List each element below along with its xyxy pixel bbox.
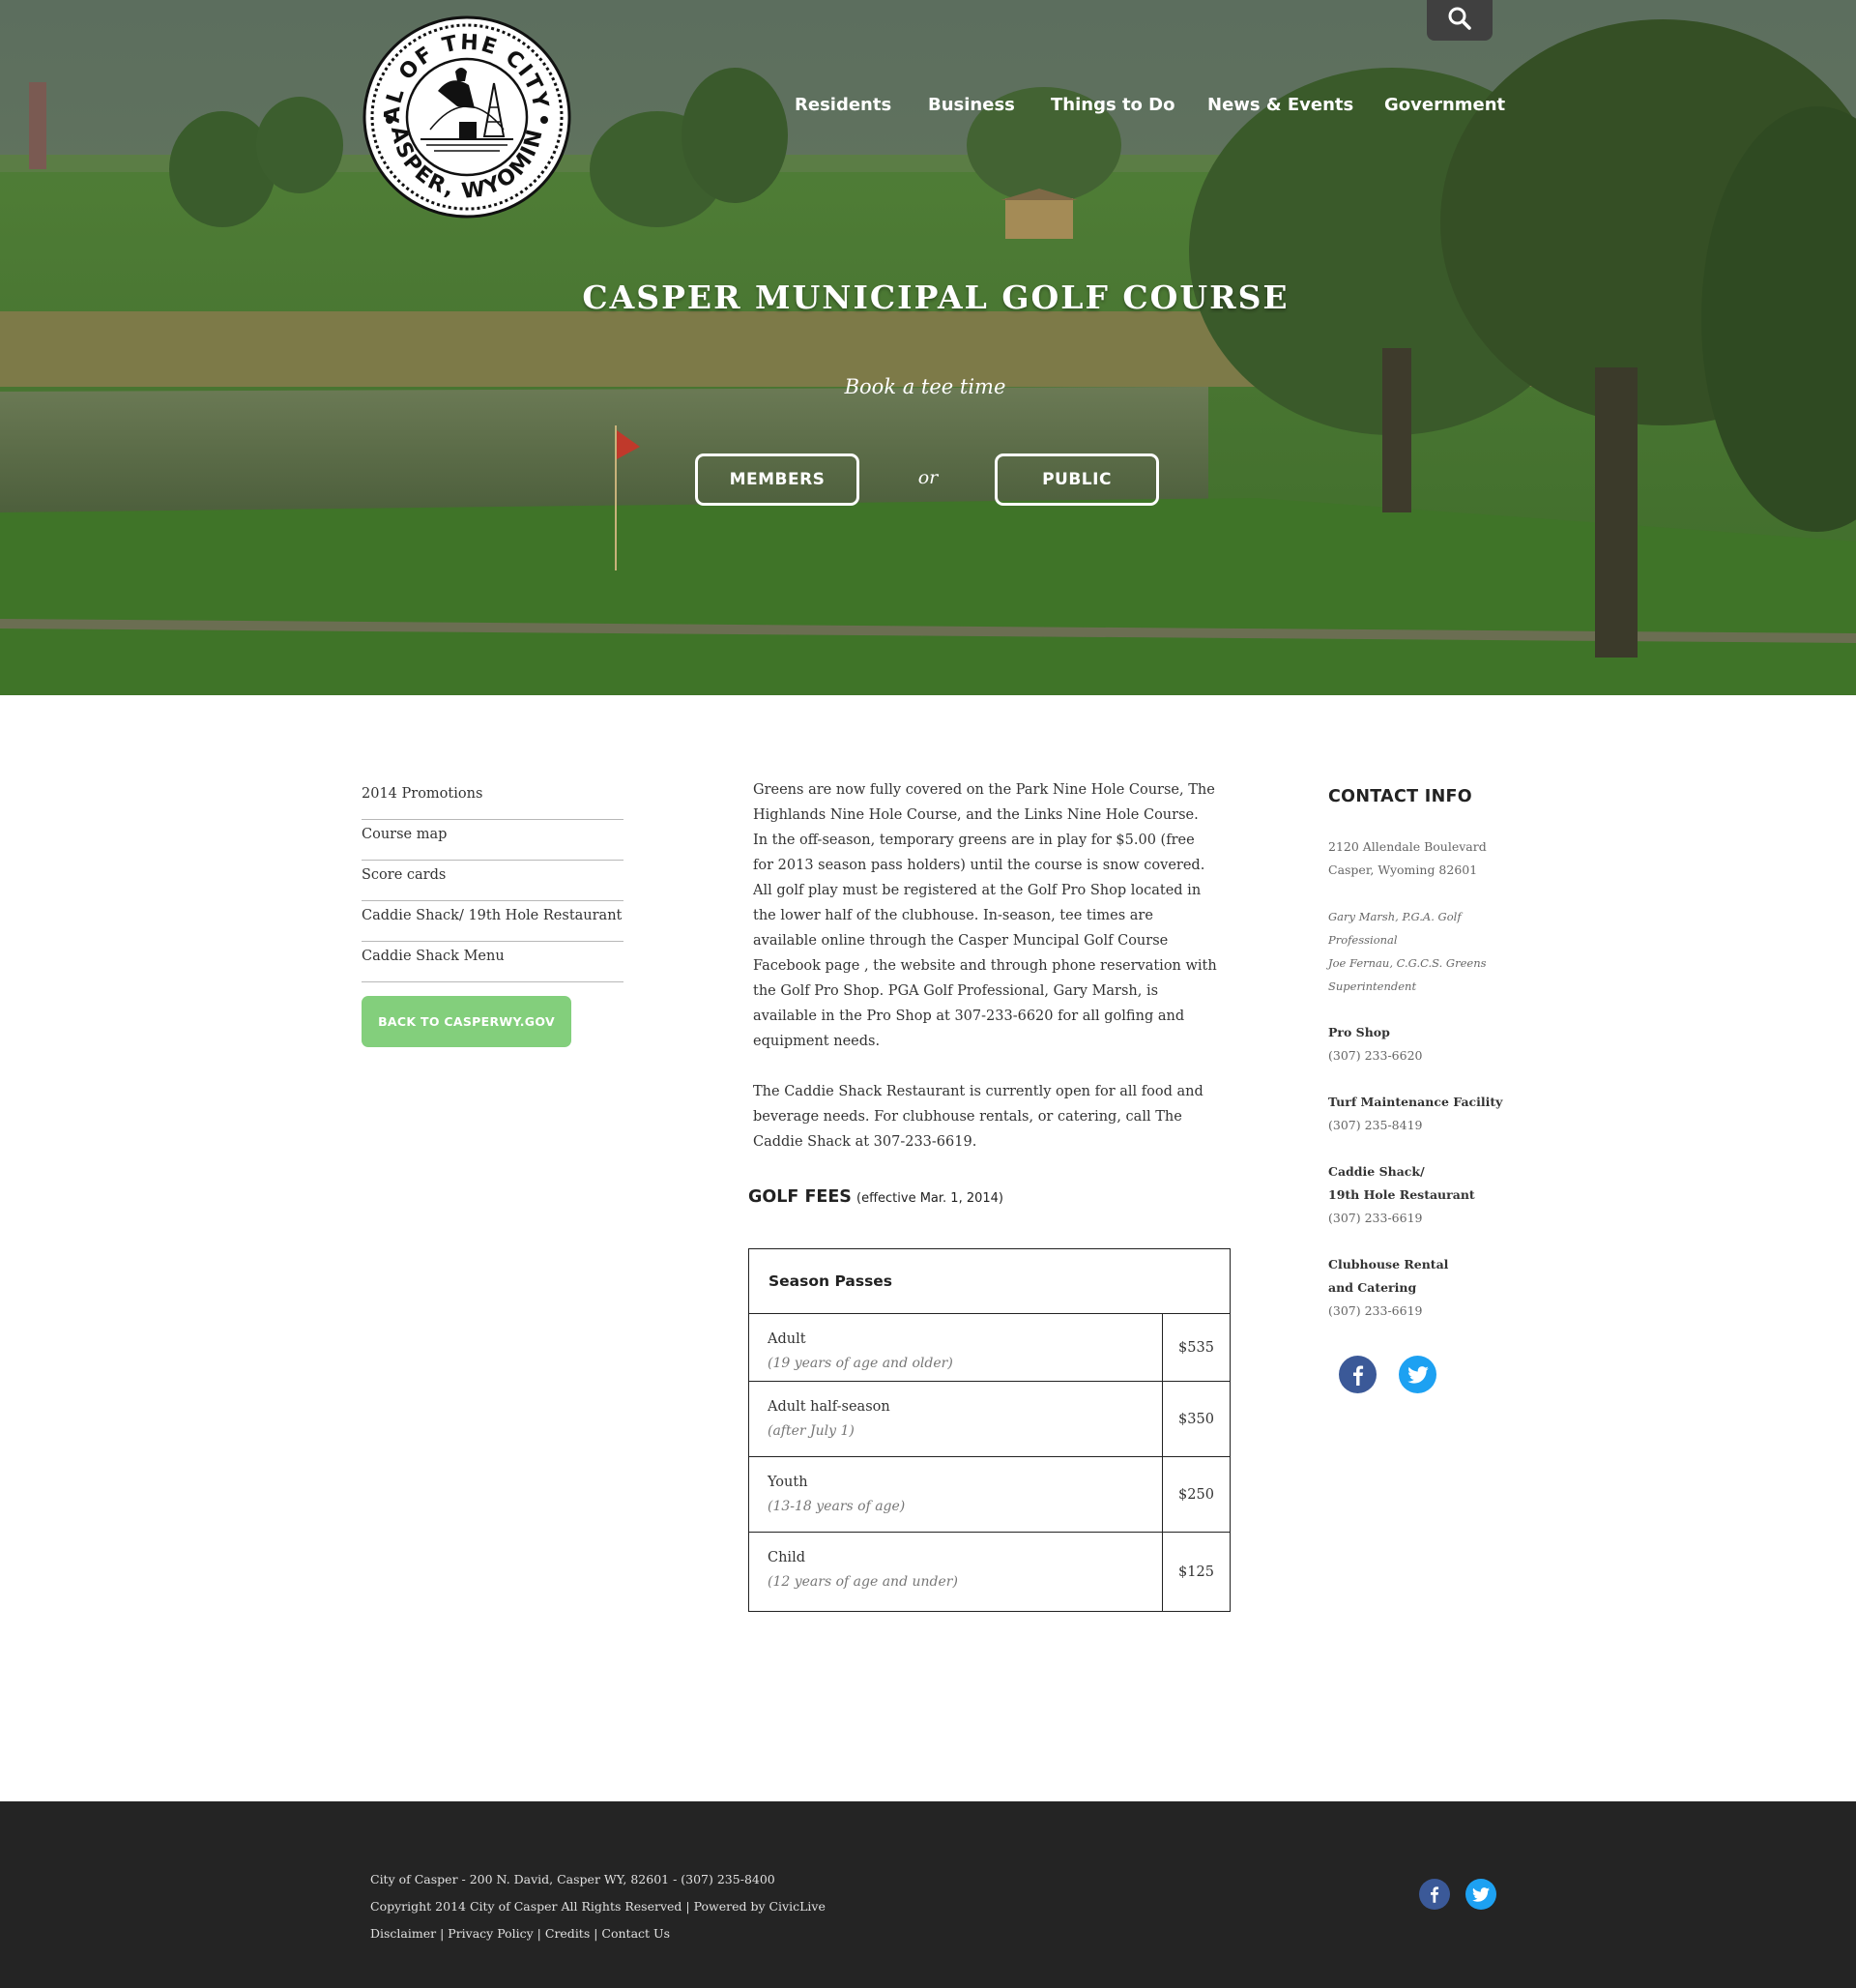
search-icon <box>1447 6 1472 35</box>
footer-copyright: Copyright 2014 City of Casper All Rights… <box>370 1899 826 1914</box>
or-label: or <box>917 467 939 488</box>
table-row: Child (12 years of age and under) $125 <box>749 1533 1230 1611</box>
fee-price: $250 <box>1178 1486 1214 1503</box>
table-row: Youth (13-18 years of age) $250 <box>749 1457 1230 1533</box>
nav-government[interactable]: Government <box>1384 95 1505 115</box>
table-row: Adult (19 years of age and older) $535 <box>749 1314 1230 1382</box>
contact-phone[interactable]: (307) 235-8419 <box>1328 1114 1522 1137</box>
fee-price: $350 <box>1178 1411 1214 1427</box>
contact-address-line: 2120 Allendale Boulevard <box>1328 839 1487 854</box>
main-navigation: Residents Business Things to Do News & E… <box>0 95 1856 124</box>
search-button[interactable] <box>1427 0 1493 41</box>
fee-description: Adult half-season (after July 1) <box>749 1382 1163 1456</box>
footer-social-links <box>1419 1879 1496 1910</box>
sidebar-item-score-cards[interactable]: Score cards <box>362 861 624 901</box>
golf-fees-title: GOLF FEES <box>748 1187 852 1207</box>
nav-residents[interactable]: Residents <box>795 95 891 115</box>
footer-link-credits[interactable]: Credits <box>545 1926 590 1941</box>
contact-label: Clubhouse Rental <box>1328 1257 1449 1272</box>
season-passes-table: Season Passes Adult (19 years of age and… <box>748 1248 1231 1612</box>
golf-fees-effective: (effective Mar. 1, 2014) <box>856 1191 1003 1206</box>
hero-subtitle: Book a tee time <box>844 375 1006 398</box>
page-title: CASPER MUNICIPAL GOLF COURSE <box>582 278 1290 316</box>
footer-separator: | <box>590 1926 602 1941</box>
contact-label: Pro Shop <box>1328 1025 1390 1039</box>
contact-phone[interactable]: (307) 233-6620 <box>1328 1044 1522 1067</box>
contact-social-links <box>1339 1356 1436 1393</box>
facebook-icon[interactable] <box>1339 1356 1377 1393</box>
table-title: Season Passes <box>749 1249 1230 1314</box>
footer-links: Disclaimer | Privacy Policy | Credits | … <box>370 1920 826 1947</box>
contact-staff: Gary Marsh, P.G.A. Golf <box>1328 910 1462 923</box>
fee-description: Child (12 years of age and under) <box>749 1533 1163 1611</box>
fee-note: (19 years of age and older) <box>768 1356 953 1371</box>
footer-link-contact[interactable]: Contact Us <box>601 1926 670 1941</box>
contact-label: 19th Hole Restaurant <box>1328 1187 1475 1202</box>
sidebar-item-caddie-shack[interactable]: Caddie Shack/ 19th Hole Restaurant <box>362 901 624 942</box>
fee-name: Adult <box>768 1331 806 1347</box>
contact-staff: Professional <box>1328 933 1398 947</box>
hero-banner: SEAL OF THE CITY OF CASPER, WYOMING Resi… <box>0 0 1856 695</box>
twitter-icon[interactable] <box>1465 1879 1496 1910</box>
contact-phone[interactable]: (307) 233-6619 <box>1328 1207 1522 1230</box>
contact-staff: Superintendent <box>1328 979 1417 993</box>
nav-things-to-do[interactable]: Things to Do <box>1051 95 1175 115</box>
facebook-icon[interactable] <box>1419 1879 1450 1910</box>
fee-note: (12 years of age and under) <box>768 1574 958 1590</box>
footer-text: City of Casper - 200 N. David, Casper WY… <box>370 1866 826 1947</box>
footer-separator: | <box>436 1926 449 1941</box>
back-to-casperwy-button[interactable]: BACK TO CASPERWY.GOV <box>362 996 571 1047</box>
fee-name: Child <box>768 1550 805 1565</box>
twitter-icon[interactable] <box>1399 1356 1436 1393</box>
public-button[interactable]: PUBLIC <box>995 453 1159 506</box>
caddie-paragraph: The Caddie Shack Restaurant is currently… <box>753 1084 1204 1150</box>
sidebar-nav: 2014 Promotions Course map Score cards C… <box>362 779 624 982</box>
fee-description: Adult (19 years of age and older) <box>749 1314 1163 1381</box>
fee-note: (13-18 years of age) <box>768 1499 906 1514</box>
nav-news-events[interactable]: News & Events <box>1207 95 1353 115</box>
footer-link-disclaimer[interactable]: Disclaimer <box>370 1926 436 1941</box>
fee-description: Youth (13-18 years of age) <box>749 1457 1163 1532</box>
contact-staff: Joe Fernau, C.G.C.S. Greens <box>1328 956 1487 970</box>
fee-name: Adult half-season <box>768 1399 890 1415</box>
site-footer: City of Casper - 200 N. David, Casper WY… <box>0 1801 1856 1988</box>
sidebar-item-course-map[interactable]: Course map <box>362 820 624 861</box>
contact-title: CONTACT INFO <box>1328 787 1472 806</box>
contact-label: and Catering <box>1328 1280 1417 1295</box>
contact-label: Caddie Shack/ <box>1328 1164 1425 1179</box>
members-button[interactable]: MEMBERS <box>695 453 859 506</box>
contact-address-line: Casper, Wyoming 82601 <box>1328 862 1478 877</box>
fee-name: Youth <box>768 1475 808 1490</box>
fee-note: (after July 1) <box>768 1423 855 1439</box>
contact-info: CONTACT INFO 2120 Allendale Boulevard Ca… <box>1328 787 1522 1323</box>
fee-price: $125 <box>1178 1564 1214 1580</box>
contact-phone[interactable]: (307) 233-6619 <box>1328 1300 1522 1323</box>
nav-business[interactable]: Business <box>928 95 1015 115</box>
footer-separator: | <box>533 1926 545 1941</box>
sidebar-item-promotions[interactable]: 2014 Promotions <box>362 779 624 820</box>
contact-label: Turf Maintenance Facility <box>1328 1095 1503 1109</box>
golf-fees-heading: GOLF FEES (effective Mar. 1, 2014) <box>748 1187 1003 1207</box>
footer-link-privacy[interactable]: Privacy Policy <box>448 1926 533 1941</box>
sidebar-item-caddie-menu[interactable]: Caddie Shack Menu <box>362 942 624 982</box>
intro-paragraph: Greens are now fully covered on the Park… <box>753 782 1217 1049</box>
fee-price: $535 <box>1178 1339 1214 1356</box>
table-row: Adult half-season (after July 1) $350 <box>749 1382 1230 1457</box>
footer-address: City of Casper - 200 N. David, Casper WY… <box>370 1872 775 1886</box>
main-content: Greens are now fully covered on the Park… <box>753 777 1217 1155</box>
